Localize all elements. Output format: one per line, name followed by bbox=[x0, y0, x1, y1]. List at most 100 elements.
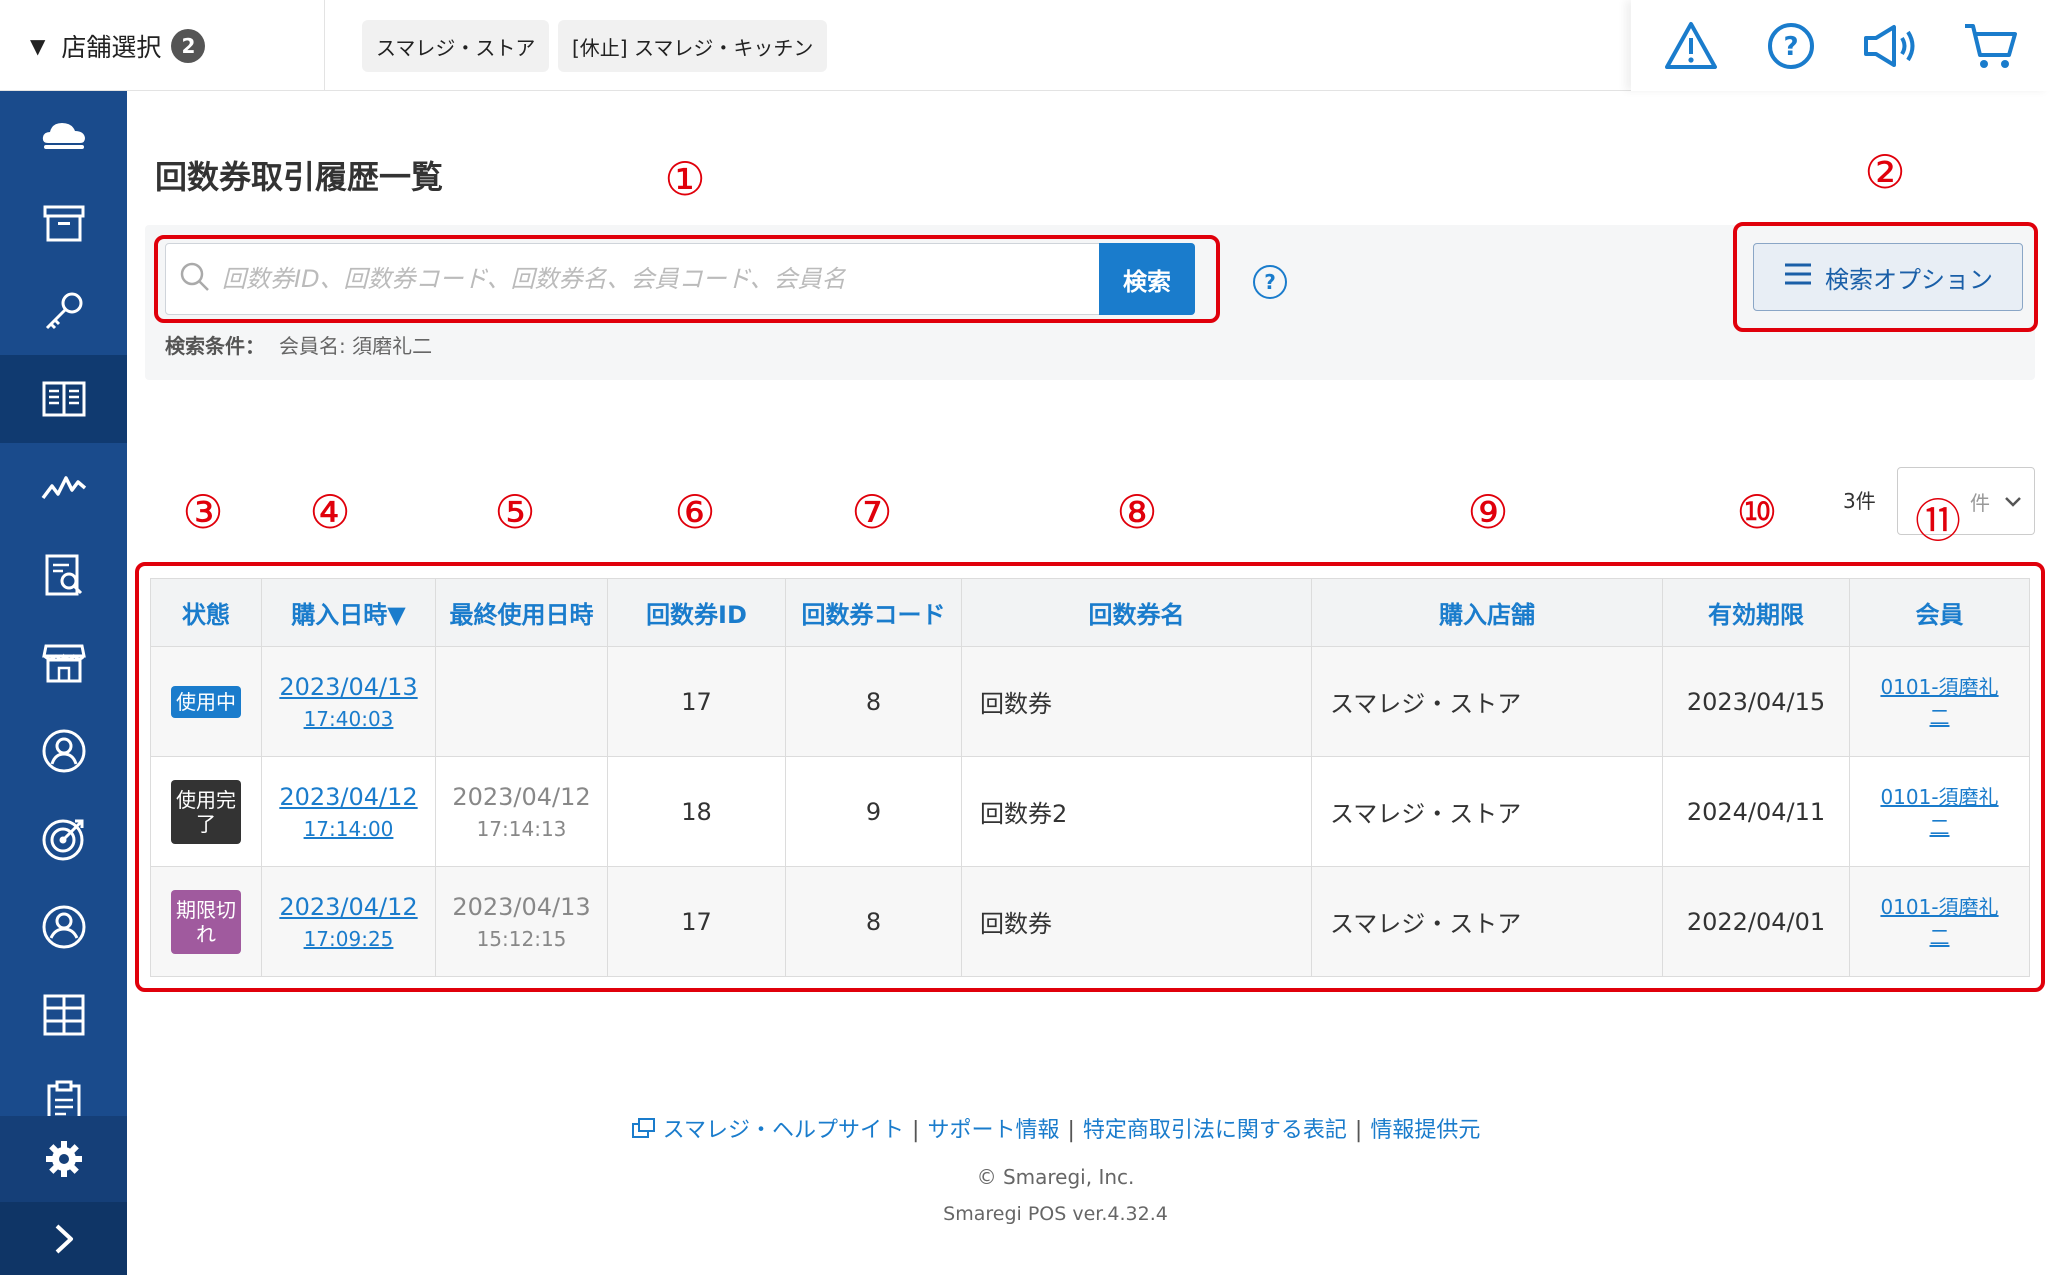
top-bar: ▼ 店舗選択 2 スマレジ・ストア [休止] スマレジ・キッチン ? bbox=[0, 0, 2051, 91]
member-cell: 0101-須磨礼二 bbox=[1849, 756, 2030, 867]
col-header-store[interactable]: 購入店舗 bbox=[1311, 578, 1663, 647]
sidebar bbox=[0, 91, 127, 1275]
target-icon[interactable] bbox=[0, 795, 127, 883]
store-cell: スマレジ・ストア bbox=[1311, 866, 1663, 977]
member-cell: 0101-須磨礼二 bbox=[1849, 646, 2030, 757]
chart-icon[interactable] bbox=[0, 443, 127, 531]
table-row: 使用完了 2023/04/12 17:14:00 2023/04/12 17:1… bbox=[150, 756, 2030, 867]
ticket-name-cell: 回数券2 bbox=[961, 756, 1312, 867]
col-header-ticket-code[interactable]: 回数券コード bbox=[785, 578, 962, 647]
last-used-time: 17:14:13 bbox=[476, 816, 567, 841]
report-icon[interactable] bbox=[0, 531, 127, 619]
per-page-value: 件 bbox=[1970, 490, 1990, 515]
member-link[interactable]: 0101-須磨礼二 bbox=[1875, 672, 2005, 732]
col-header-purchase-date[interactable]: 購入日時▼ bbox=[261, 578, 436, 647]
purchase-date-link[interactable]: 2023/04/12 bbox=[262, 783, 435, 811]
purchase-time-link[interactable]: 17:09:25 bbox=[262, 927, 435, 951]
col-header-ticket-id[interactable]: 回数券ID bbox=[607, 578, 786, 647]
ticket-id-cell: 17 bbox=[607, 646, 786, 757]
store-icon[interactable] bbox=[0, 619, 127, 707]
page-title: 回数券取引履歴一覧 bbox=[155, 158, 444, 196]
store-cell: スマレジ・ストア bbox=[1311, 646, 1663, 757]
table-row: 期限切れ 2023/04/12 17:09:25 2023/04/13 15:1… bbox=[150, 866, 2030, 977]
chevron-down-icon bbox=[2004, 489, 2022, 513]
purchase-datetime-cell: 2023/04/12 17:14:00 bbox=[261, 756, 436, 867]
expiry-cell: 2024/04/11 bbox=[1662, 756, 1850, 867]
megaphone-icon[interactable] bbox=[1856, 11, 1926, 81]
store-count-badge: 2 bbox=[171, 28, 206, 63]
copyright: © Smaregi, Inc. bbox=[976, 1165, 1135, 1189]
store-select-dropdown[interactable]: ▼ 店舗選択 2 bbox=[0, 0, 325, 91]
annotation-3: ③ bbox=[182, 485, 224, 539]
purchase-time-link[interactable]: 17:14:00 bbox=[262, 817, 435, 841]
search-condition-label: 検索条件： bbox=[165, 334, 265, 358]
last-used-date: 2023/04/13 bbox=[452, 892, 591, 921]
annotation-1: ① bbox=[664, 152, 706, 206]
support-info-link[interactable]: サポート情報 bbox=[927, 1118, 1059, 1143]
status-cell: 使用完了 bbox=[150, 756, 262, 867]
annotation-5: ⑤ bbox=[494, 485, 536, 539]
purchase-date-link[interactable]: 2023/04/12 bbox=[262, 893, 435, 921]
annotation-4: ④ bbox=[309, 485, 351, 539]
caret-down-icon: ▼ bbox=[30, 33, 46, 58]
member-icon[interactable] bbox=[0, 883, 127, 971]
external-link-icon bbox=[631, 1117, 657, 1145]
member-link[interactable]: 0101-須磨礼二 bbox=[1875, 782, 2005, 842]
store-cell: スマレジ・ストア bbox=[1311, 756, 1663, 867]
ticket-name-cell: 回数券 bbox=[961, 866, 1312, 977]
last-used-cell: 2023/04/13 15:12:15 bbox=[435, 866, 608, 977]
cart-icon[interactable] bbox=[1956, 11, 2026, 81]
expiry-cell: 2022/04/01 bbox=[1662, 866, 1850, 977]
annotation-box-option bbox=[1733, 222, 2038, 332]
member-link[interactable]: 0101-須磨礼二 bbox=[1875, 892, 2005, 952]
annotation-9: ⑨ bbox=[1467, 485, 1509, 539]
help-icon[interactable]: ? bbox=[1756, 11, 1826, 81]
store-chip-kitchen[interactable]: [休止] スマレジ・キッチン bbox=[558, 20, 828, 72]
purchase-datetime-cell: 2023/04/12 17:09:25 bbox=[261, 866, 436, 977]
help-site-link[interactable]: スマレジ・ヘルプサイト bbox=[663, 1118, 904, 1143]
purchase-time-link[interactable]: 17:40:03 bbox=[262, 707, 435, 731]
cloud-icon[interactable] bbox=[0, 91, 127, 179]
annotation-7: ⑦ bbox=[851, 485, 893, 539]
grid-icon[interactable] bbox=[0, 971, 127, 1059]
table-header-row: 状態 購入日時▼ 最終使用日時 回数券ID 回数券コード 回数券名 購入店舗 有… bbox=[150, 578, 2030, 647]
svg-text:?: ? bbox=[1783, 32, 1798, 62]
member-cell: 0101-須磨礼二 bbox=[1849, 866, 2030, 977]
col-header-expiry[interactable]: 有効期限 bbox=[1662, 578, 1850, 647]
box-icon[interactable] bbox=[0, 179, 127, 267]
store-chip-store[interactable]: スマレジ・ストア bbox=[362, 20, 550, 72]
purchase-date-link[interactable]: 2023/04/13 bbox=[262, 673, 435, 701]
col-header-last-used[interactable]: 最終使用日時 bbox=[435, 578, 608, 647]
customer-icon[interactable] bbox=[0, 707, 127, 795]
ticket-code-cell: 8 bbox=[785, 866, 962, 977]
search-condition: 検索条件： 会員名: 須磨礼二 bbox=[165, 330, 432, 359]
col-header-status[interactable]: 状態 bbox=[150, 578, 262, 647]
status-badge: 期限切れ bbox=[171, 889, 241, 954]
version-label: Smaregi POS ver.4.32.4 bbox=[943, 1203, 1168, 1225]
annotation-8: ⑧ bbox=[1116, 485, 1158, 539]
search-help-icon[interactable]: ? bbox=[1253, 265, 1287, 299]
expiry-cell: 2023/04/15 bbox=[1662, 646, 1850, 757]
key-icon[interactable] bbox=[0, 267, 127, 355]
status-badge: 使用中 bbox=[171, 685, 241, 718]
last-used-cell bbox=[435, 646, 608, 757]
search-condition-value: 会員名: 須磨礼二 bbox=[279, 334, 433, 358]
ticket-name-cell: 回数券 bbox=[961, 646, 1312, 757]
ticket-id-cell: 17 bbox=[607, 866, 786, 977]
last-used-date: 2023/04/12 bbox=[452, 782, 591, 811]
alert-icon[interactable] bbox=[1656, 11, 1726, 81]
status-badge: 使用完了 bbox=[171, 779, 241, 844]
last-used-time: 15:12:15 bbox=[476, 926, 567, 951]
store-select-label: 店舗選択 bbox=[61, 32, 162, 62]
info-provider-link[interactable]: 情報提供元 bbox=[1370, 1118, 1480, 1143]
ticket-id-cell: 18 bbox=[607, 756, 786, 867]
last-used-cell: 2023/04/12 17:14:13 bbox=[435, 756, 608, 867]
book-icon[interactable] bbox=[0, 355, 127, 443]
legal-notice-link[interactable]: 特定商取引法に関する表記 bbox=[1083, 1118, 1347, 1143]
col-header-member[interactable]: 会員 bbox=[1849, 578, 2030, 647]
ticket-code-cell: 9 bbox=[785, 756, 962, 867]
ticket-history-table: 状態 購入日時▼ 最終使用日時 回数券ID 回数券コード 回数券名 購入店舗 有… bbox=[150, 578, 2030, 977]
col-header-ticket-name[interactable]: 回数券名 bbox=[961, 578, 1312, 647]
ticket-code-cell: 8 bbox=[785, 646, 962, 757]
annotation-6: ⑥ bbox=[674, 485, 716, 539]
